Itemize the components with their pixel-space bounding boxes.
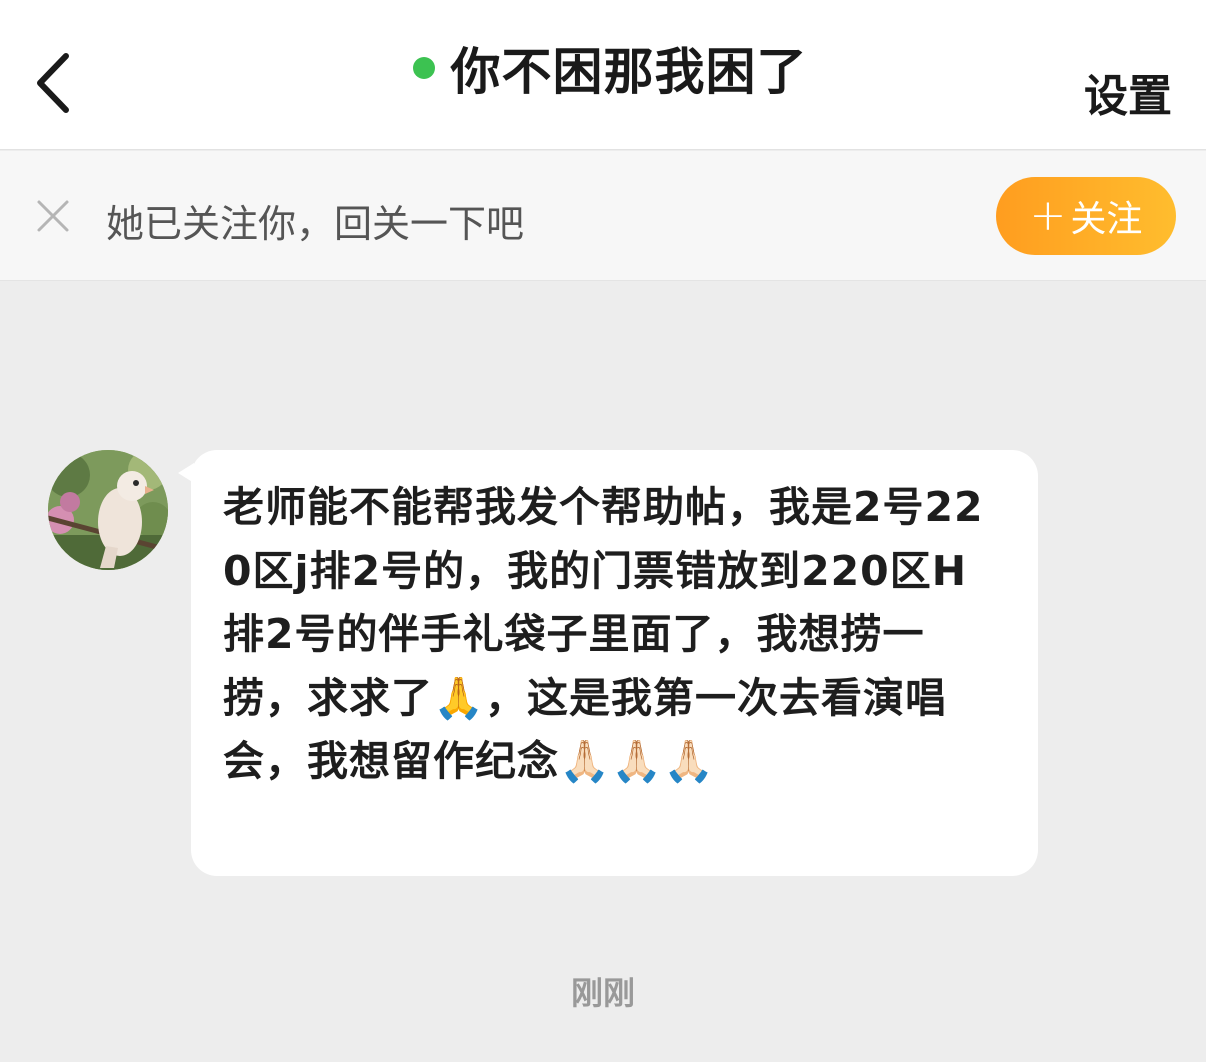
chevron-left-icon (37, 53, 69, 113)
close-banner-button[interactable] (36, 199, 70, 233)
chat-title-group: 你不困那我困了 (412, 32, 808, 104)
settings-button[interactable]: 设置 (1084, 60, 1172, 124)
back-button[interactable] (26, 48, 86, 118)
message-bubble[interactable]: 老师能不能帮我发个帮助帖，我是2号220区j排2号的，我的门票错放到220区H排… (191, 450, 1038, 876)
navigation-bar: 你不困那我困了 设置 (0, 0, 1206, 150)
plus-icon: + (1029, 190, 1067, 241)
follow-back-prompt: 她已关注你，回关一下吧 (106, 202, 525, 246)
online-status-dot (412, 57, 435, 79)
message-text: 老师能不能帮我发个帮助帖，我是2号220区j排2号的，我的门票错放到220区H排… (223, 483, 984, 785)
avatar[interactable] (48, 450, 168, 570)
chat-title: 你不困那我困了 (450, 43, 808, 101)
message-timestamp: 刚刚 (570, 974, 635, 1012)
follow-button[interactable]: + 关注 (996, 177, 1176, 255)
follow-back-banner: 她已关注你，回关一下吧 + 关注 (0, 151, 1206, 281)
close-icon (37, 200, 69, 232)
bird-avatar-icon (48, 450, 168, 570)
follow-button-label: 关注 (1070, 199, 1143, 240)
